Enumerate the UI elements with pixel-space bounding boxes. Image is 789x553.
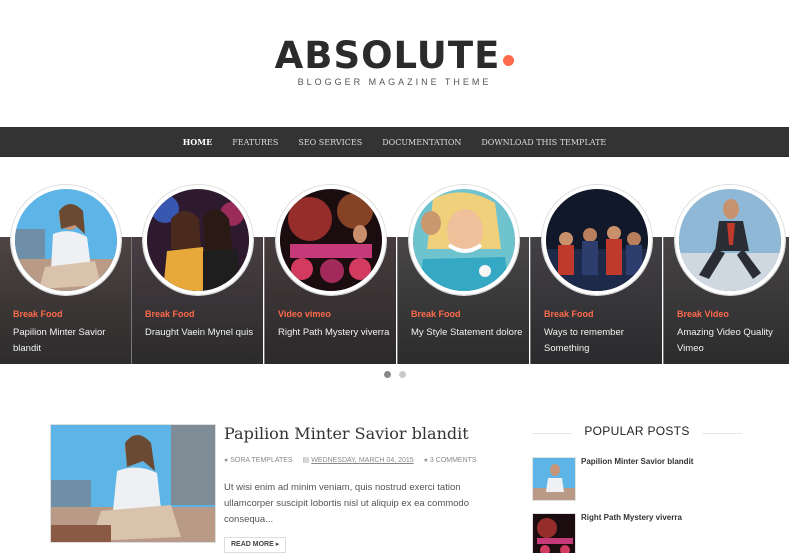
post-comments-count[interactable]: 3 COMMENTS — [430, 457, 477, 464]
slide[interactable]: Break Video Amazing Video Quality Vimeo — [664, 157, 789, 364]
post-meta: ● SORA TEMPLATES ▤ WEDNESDAY, MARCH 04, 20… — [224, 456, 477, 465]
slide-category[interactable]: Break Food — [411, 309, 461, 319]
slide[interactable]: Break Food Papilion Minter Savior blandi… — [0, 157, 132, 364]
slide-image[interactable] — [11, 185, 121, 295]
slide[interactable]: Break Food Draught Vaein Mynel quis — [132, 157, 264, 364]
slide-title[interactable]: Draught Vaein Mynel quis — [145, 325, 257, 341]
slide-title[interactable]: Right Path Mystery viverra — [278, 325, 390, 341]
caret-right-icon: ▸ — [273, 541, 280, 548]
nav-home[interactable]: HOME — [183, 137, 212, 147]
read-more-button[interactable]: READ MORE ▸ — [224, 537, 287, 553]
site-logo[interactable]: ABSOLUTE — [0, 36, 789, 76]
post-author[interactable]: ● SORA TEMPLATES — [224, 456, 293, 464]
popular-post-thumbnail[interactable] — [532, 513, 576, 553]
slide-category[interactable]: Break Food — [13, 309, 63, 319]
slide-title[interactable]: My Style Statement dolore — [411, 325, 523, 341]
slider-dot[interactable] — [398, 371, 406, 378]
post-author-name[interactable]: SORA TEMPLATES — [230, 457, 292, 464]
post-thumbnail[interactable] — [50, 424, 216, 543]
nav-seo-services[interactable]: SEO SERVICES — [298, 138, 362, 147]
slider-dot[interactable] — [383, 371, 391, 378]
read-more-label[interactable]: READ MORE — [231, 541, 274, 548]
slide-category[interactable]: Break Video — [677, 309, 729, 319]
main-nav: HOME FEATURES SEO SERVICES DOCUMENTATION… — [0, 127, 789, 157]
nav-features[interactable]: FEATURES — [232, 138, 278, 147]
nav-download-template[interactable]: DOWNLOAD THIS TEMPLATE — [481, 138, 606, 147]
popular-post-title[interactable]: Papilion Minter Savior blandit — [581, 457, 693, 466]
post-comments[interactable]: ● 3 COMMENTS — [424, 456, 477, 464]
site-header: ABSOLUTE BLOGGER MAGAZINE THEME — [0, 0, 789, 127]
slide-image[interactable] — [276, 185, 386, 295]
logo-dot — [503, 55, 515, 66]
slider-pagination — [0, 371, 789, 378]
featured-slider: Break Food Papilion Minter Savior blandi… — [0, 157, 789, 385]
slide-title[interactable]: Amazing Video Quality Vimeo — [677, 325, 789, 357]
slide-image[interactable] — [675, 185, 785, 295]
slide-title[interactable]: Papilion Minter Savior blandit — [13, 325, 125, 357]
popular-post-item[interactable]: Right Path Mystery viverra — [532, 513, 742, 553]
post-card: Papilion Minter Savior blandit ● SORA TEM… — [50, 424, 490, 553]
slide-image[interactable] — [542, 185, 652, 295]
slide-category[interactable]: Break Food — [544, 309, 594, 319]
heading-divider — [702, 433, 742, 434]
user-icon: ● — [224, 456, 229, 464]
popular-post-title[interactable]: Right Path Mystery viverra — [581, 513, 682, 522]
slide-image[interactable] — [409, 185, 519, 295]
nav-documentation[interactable]: DOCUMENTATION — [382, 138, 461, 147]
post-excerpt: Ut wisi enim ad minim veniam, quis nostr… — [224, 482, 470, 525]
slide-category[interactable]: Break Food — [145, 309, 195, 319]
site-tagline: BLOGGER MAGAZINE THEME — [297, 77, 492, 87]
popular-posts-heading: POPULAR POSTS — [584, 424, 690, 438]
slide[interactable]: Video vimeo Right Path Mystery viverra — [265, 157, 397, 364]
post-date-text: WEDNESDAY, MARCH 04, 2015 — [311, 456, 414, 464]
comment-icon: ● — [423, 456, 428, 464]
slide[interactable]: Break Food My Style Statement dolore — [398, 157, 530, 364]
slide-image[interactable] — [143, 185, 253, 295]
sidebar-popular-posts: POPULAR POSTS Papilion Minter Savior bla… — [532, 424, 742, 553]
post-date: ▤ WEDNESDAY, MARCH 04, 2015 — [302, 456, 414, 465]
slide-category[interactable]: Video vimeo — [278, 309, 331, 319]
logo-text[interactable]: ABSOLUTE — [275, 36, 501, 76]
calendar-icon: ▤ — [302, 457, 310, 464]
popular-post-item[interactable]: Papilion Minter Savior blandit — [532, 457, 742, 501]
popular-post-thumbnail[interactable] — [532, 457, 576, 501]
slide-title[interactable]: Ways to remember Something — [544, 325, 656, 357]
slide[interactable]: Break Food Ways to remember Something — [531, 157, 663, 364]
post-title[interactable]: Papilion Minter Savior blandit — [224, 424, 469, 443]
